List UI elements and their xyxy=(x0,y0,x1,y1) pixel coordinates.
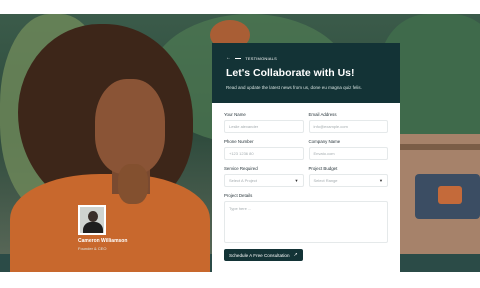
card-title: Let's Collaborate with Us! xyxy=(226,67,355,79)
budget-select[interactable]: Select Range ▼ xyxy=(308,174,388,187)
contact-card: ← TESTIMONIALS Let's Collaborate with Us… xyxy=(212,43,400,273)
budget-label: Project Budget xyxy=(308,166,338,171)
card-header: ← TESTIMONIALS Let's Collaborate with Us… xyxy=(212,43,400,103)
pillow xyxy=(438,186,462,204)
contact-form: Your Name Leslie alexander Email Address… xyxy=(212,103,400,262)
tag-divider xyxy=(235,58,242,59)
email-label: Email Address xyxy=(308,112,337,117)
arrow-left-icon: ← xyxy=(226,55,232,61)
submit-label: Schedule A Free Consultation xyxy=(229,252,290,258)
service-select[interactable]: Select A Project ▼ xyxy=(224,174,304,187)
submit-button[interactable]: Schedule A Free Consultation ↗ xyxy=(224,249,303,261)
chevron-down-icon: ▼ xyxy=(294,178,299,183)
phone-label: Phone Number xyxy=(224,139,254,144)
person-hand xyxy=(118,164,148,204)
details-label: Project Details xyxy=(224,193,253,198)
service-label: Service Required xyxy=(224,166,258,171)
tag-label: TESTIMONIALS xyxy=(245,56,277,61)
author-avatar xyxy=(78,205,106,235)
name-label: Your Name xyxy=(224,112,246,117)
details-textarea[interactable]: Type here ... xyxy=(224,201,388,243)
arrow-up-right-icon: ↗ xyxy=(293,252,298,258)
author-name: Cameron Williamson xyxy=(78,238,128,244)
name-input[interactable]: Leslie alexander xyxy=(224,120,304,133)
phone-input[interactable]: +123 1236 80 xyxy=(224,147,304,160)
card-subtitle: Read and update the latest news from us,… xyxy=(226,85,362,90)
author-role: Founder & CEO xyxy=(78,246,107,251)
company-input[interactable]: Envato.com xyxy=(308,147,388,160)
company-label: Company Name xyxy=(308,139,341,144)
deck-rail xyxy=(400,144,480,150)
chevron-down-icon: ▼ xyxy=(379,178,383,183)
email-input[interactable]: info@example.com xyxy=(308,120,388,133)
section-tag: ← TESTIMONIALS xyxy=(226,55,386,62)
person-face xyxy=(95,79,165,174)
testimonial-author: Cameron Williamson Founder & CEO xyxy=(78,205,127,251)
